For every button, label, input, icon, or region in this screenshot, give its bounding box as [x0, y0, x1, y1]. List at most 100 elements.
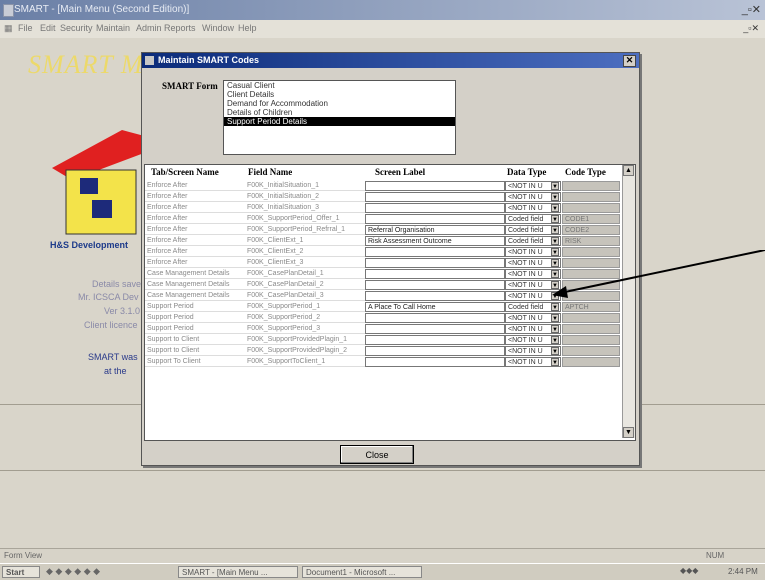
- form-list-item[interactable]: Casual Client: [224, 81, 455, 90]
- tab-cell: Support To Client: [145, 357, 245, 367]
- tab-cell: Enforce After: [145, 236, 245, 246]
- form-list-item[interactable]: Client Details: [224, 90, 455, 99]
- form-list-item[interactable]: Details of Children: [224, 108, 455, 117]
- screen-label-input[interactable]: [365, 313, 505, 323]
- dropdown-arrow-icon[interactable]: ▼: [551, 204, 559, 212]
- col-code-type: Code Type: [565, 167, 606, 177]
- tab-cell: Support Period: [145, 313, 245, 323]
- smart-form-listbox[interactable]: Casual Client Client Details Demand for …: [223, 80, 456, 155]
- col-data-type: Data Type: [507, 167, 547, 177]
- taskbar-smart-window[interactable]: SMART - [Main Menu ...: [178, 566, 298, 578]
- tab-cell: Enforce After: [145, 225, 245, 235]
- dropdown-arrow-icon[interactable]: ▼: [551, 358, 559, 366]
- annotation-arrow: [552, 250, 765, 298]
- code-type-cell: [562, 192, 620, 202]
- code-type-cell: CODE1: [562, 214, 620, 224]
- form-list-item-selected[interactable]: Support Period Details: [224, 117, 455, 126]
- screen-label-input[interactable]: [365, 247, 505, 257]
- table-row: Support To Client F00K_SupportToClient_1 <…: [145, 357, 620, 367]
- code-type-cell: CODE2: [562, 225, 620, 235]
- dialog-close-icon[interactable]: ✕: [623, 55, 636, 67]
- window-controls[interactable]: _▫✕: [742, 3, 761, 16]
- dropdown-arrow-icon[interactable]: ▼: [551, 237, 559, 245]
- screen-label-input[interactable]: [365, 335, 505, 345]
- code-type-cell: [562, 357, 620, 367]
- field-cell: F00K_SupportPeriod_2: [245, 313, 365, 323]
- screen-label-input[interactable]: [365, 357, 505, 367]
- status-text: Form View: [4, 551, 43, 560]
- screen-label-input[interactable]: [365, 258, 505, 268]
- screen-label-input[interactable]: [365, 324, 505, 334]
- screen-label-input[interactable]: Risk Assessment Outcome: [365, 236, 505, 246]
- house-logo: [52, 130, 152, 235]
- dialog-icon: [145, 56, 154, 65]
- code-type-cell: [562, 335, 620, 345]
- form-list-item[interactable]: Demand for Accommodation: [224, 99, 455, 108]
- scroll-down-icon[interactable]: ▼: [623, 427, 634, 438]
- tab-cell: Support Period: [145, 302, 245, 312]
- field-cell: F00K_SupportPeriod_Refrral_1: [245, 225, 365, 235]
- menu-edit[interactable]: Edit: [40, 23, 56, 33]
- table-row: Support Period F00K_SupportPeriod_2 <NOT I…: [145, 313, 620, 323]
- screen-label-input[interactable]: [365, 181, 505, 191]
- codes-grid: Tab/Screen Name Field Name Screen Label …: [144, 164, 636, 441]
- menu-file[interactable]: File: [18, 23, 33, 33]
- tab-cell: Support Period: [145, 324, 245, 334]
- menu-security[interactable]: Security: [60, 23, 93, 33]
- start-button[interactable]: Start: [2, 566, 40, 578]
- screen-label-input[interactable]: [365, 280, 505, 290]
- screen-label-input[interactable]: [365, 214, 505, 224]
- dialog-title: Maintain SMART Codes: [158, 55, 260, 65]
- tab-cell: Enforce After: [145, 203, 245, 213]
- grid-scrollbar[interactable]: ▲ ▼: [622, 165, 635, 438]
- col-screen-label: Screen Label: [375, 167, 426, 177]
- table-row: Support to Client F00K_SupportProvidedPla…: [145, 335, 620, 345]
- dropdown-arrow-icon[interactable]: ▼: [551, 347, 559, 355]
- close-button[interactable]: Close: [340, 445, 414, 464]
- mdi-controls[interactable]: _▫✕: [743, 23, 759, 34]
- app-title-bar: SMART - [Main Menu (Second Edition)] _▫✕: [0, 0, 765, 20]
- field-cell: F00K_InitialSituation_2: [245, 192, 365, 202]
- dropdown-arrow-icon[interactable]: ▼: [551, 325, 559, 333]
- dropdown-arrow-icon[interactable]: ▼: [551, 336, 559, 344]
- menu-maintain[interactable]: Maintain: [96, 23, 130, 33]
- screen-label-input[interactable]: [365, 346, 505, 356]
- tab-cell: Enforce After: [145, 247, 245, 257]
- table-row: Support to Client F00K_SupportProvidedPla…: [145, 346, 620, 356]
- taskbar-word-window[interactable]: Document1 - Microsoft ...: [302, 566, 422, 578]
- dropdown-arrow-icon[interactable]: ▼: [551, 226, 559, 234]
- menu-window[interactable]: Window: [202, 23, 234, 33]
- dropdown-arrow-icon[interactable]: ▼: [551, 303, 559, 311]
- dropdown-arrow-icon[interactable]: ▼: [551, 314, 559, 322]
- screen-label-input[interactable]: Referral Organisation: [365, 225, 505, 235]
- tab-cell: Support to Client: [145, 346, 245, 356]
- dropdown-arrow-icon[interactable]: ▼: [551, 182, 559, 190]
- field-cell: F00K_SupportProvidedPlagin_2: [245, 346, 365, 356]
- menu-reports[interactable]: Reports: [164, 23, 196, 33]
- menu-app-icon: ▦: [4, 23, 13, 33]
- bg-line-6: at the: [104, 366, 127, 376]
- tab-cell: Case Management Details: [145, 280, 245, 290]
- table-row: Enforce After F00K_SupportPeriod_Offer_1 C…: [145, 214, 620, 224]
- table-row: Enforce After F00K_InitialSituation_2 <NOT…: [145, 192, 620, 202]
- app-title: SMART - [Main Menu (Second Edition)]: [14, 4, 190, 15]
- field-cell: F00K_SupportPeriod_1: [245, 302, 365, 312]
- code-type-cell: APTCH: [562, 302, 620, 312]
- scroll-up-icon[interactable]: ▲: [623, 165, 634, 176]
- tab-cell: Enforce After: [145, 181, 245, 191]
- bg-line-1: Details saved: [92, 279, 147, 289]
- dropdown-arrow-icon[interactable]: ▼: [551, 215, 559, 223]
- field-cell: F00K_ClientExt_1: [245, 236, 365, 246]
- field-cell: F00K_SupportPeriod_3: [245, 324, 365, 334]
- menu-admin[interactable]: Admin: [136, 23, 162, 33]
- quick-launch-icons[interactable]: ◆ ◆ ◆ ◆ ◆ ◆: [46, 566, 100, 577]
- screen-label-input[interactable]: [365, 269, 505, 279]
- dropdown-arrow-icon[interactable]: ▼: [551, 193, 559, 201]
- screen-label-input[interactable]: [365, 203, 505, 213]
- menu-help[interactable]: Help: [238, 23, 257, 33]
- divider-bottom: [0, 470, 765, 471]
- table-row: Enforce After F00K_SupportPeriod_Refrral_…: [145, 225, 620, 235]
- screen-label-input[interactable]: [365, 192, 505, 202]
- screen-label-input[interactable]: [365, 291, 505, 301]
- screen-label-input[interactable]: A Place To Call Home: [365, 302, 505, 312]
